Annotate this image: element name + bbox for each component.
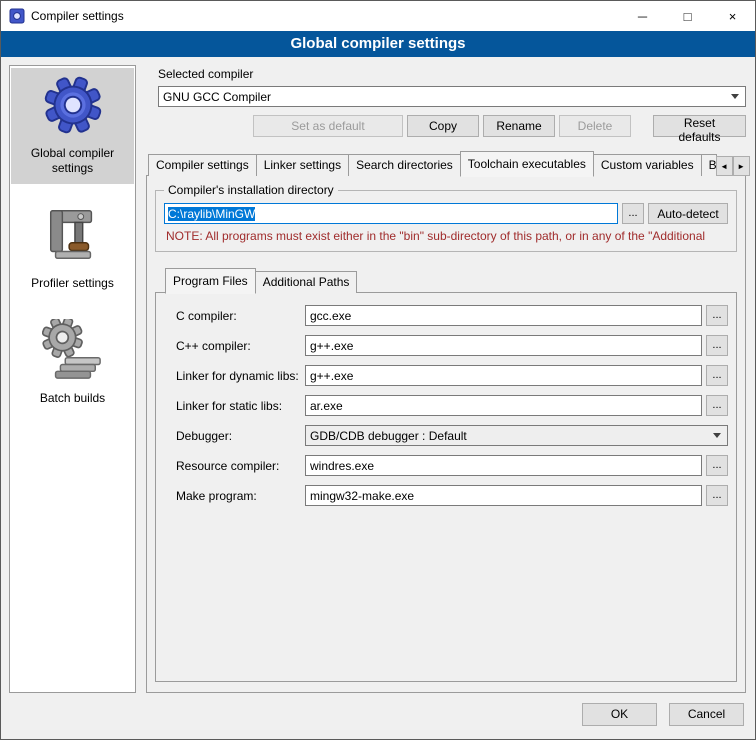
subtab-program-files[interactable]: Program Files	[165, 268, 256, 294]
resource-compiler-label: Resource compiler:	[176, 459, 305, 473]
resource-compiler-input[interactable]	[305, 455, 702, 476]
installation-directory-group: Compiler's installation directory C:\ray…	[155, 190, 737, 252]
window-title: Compiler settings	[31, 9, 124, 23]
static-linker-row: Linker for static libs: ...	[176, 395, 728, 416]
app-icon	[9, 8, 25, 24]
dynamic-linker-row: Linker for dynamic libs: ...	[176, 365, 728, 386]
debugger-value: GDB/CDB debugger : Default	[310, 429, 711, 443]
tab-scroll-buttons: ◄ ►	[716, 156, 750, 176]
set-as-default-button[interactable]: Set as default	[253, 115, 403, 137]
cpp-compiler-row: C++ compiler: ...	[176, 335, 728, 356]
make-program-input[interactable]	[305, 485, 702, 506]
dynamic-linker-browse-button[interactable]: ...	[706, 365, 728, 386]
make-program-browse-button[interactable]: ...	[706, 485, 728, 506]
minimize-button[interactable]: ─	[620, 1, 665, 31]
c-compiler-input[interactable]	[305, 305, 702, 326]
ok-button[interactable]: OK	[582, 703, 657, 726]
dynamic-linker-label: Linker for dynamic libs:	[176, 369, 305, 383]
installation-directory-row: C:\raylib\MinGW ... Auto-detect	[164, 203, 728, 224]
bin-subdirectory-note: NOTE: All programs must exist either in …	[166, 229, 726, 243]
tab-search-directories[interactable]: Search directories	[348, 154, 461, 176]
auto-detect-button[interactable]: Auto-detect	[648, 203, 728, 224]
chevron-down-icon	[713, 433, 721, 438]
sidebar-item-label: Global compiler settings	[14, 146, 131, 176]
batch-builds-icon	[42, 319, 104, 381]
cpp-compiler-input[interactable]	[305, 335, 702, 356]
close-button[interactable]: ×	[710, 1, 755, 31]
settings-tabstrip: Compiler settings Linker settings Search…	[146, 151, 746, 176]
program-files-panel: C compiler: ... C++ compiler: ... Linker…	[155, 292, 737, 682]
tab-build-options[interactable]: Buil	[701, 154, 717, 176]
static-linker-label: Linker for static libs:	[176, 399, 305, 413]
tab-linker-settings[interactable]: Linker settings	[256, 154, 349, 176]
resource-compiler-browse-button[interactable]: ...	[706, 455, 728, 476]
c-compiler-label: C compiler:	[176, 309, 305, 323]
installation-directory-label: Compiler's installation directory	[164, 183, 338, 197]
titlebar: Compiler settings ─ □ ×	[1, 1, 755, 31]
tab-scroll-right-button[interactable]: ►	[733, 156, 750, 176]
compiler-settings-window: Compiler settings ─ □ × Global compiler …	[0, 0, 756, 740]
tab-compiler-settings[interactable]: Compiler settings	[148, 154, 257, 176]
make-program-label: Make program:	[176, 489, 305, 503]
install-dir-value: C:\raylib\MinGW	[168, 207, 255, 221]
debugger-label: Debugger:	[176, 429, 305, 443]
selected-compiler-value: GNU GCC Compiler	[163, 90, 729, 104]
static-linker-input[interactable]	[305, 395, 702, 416]
sidebar-item-label: Batch builds	[40, 391, 105, 406]
c-compiler-row: C compiler: ...	[176, 305, 728, 326]
subtab-additional-paths[interactable]: Additional Paths	[255, 271, 358, 293]
resource-compiler-row: Resource compiler: ...	[176, 455, 728, 476]
sidebar-item-batch-builds[interactable]: Batch builds	[11, 313, 134, 414]
cpp-compiler-label: C++ compiler:	[176, 339, 305, 353]
cpp-compiler-browse-button[interactable]: ...	[706, 335, 728, 356]
copy-button[interactable]: Copy	[407, 115, 479, 137]
debugger-row: Debugger: GDB/CDB debugger : Default	[176, 425, 728, 446]
c-compiler-browse-button[interactable]: ...	[706, 305, 728, 326]
tab-toolchain-executables[interactable]: Toolchain executables	[460, 151, 594, 177]
delete-button[interactable]: Delete	[559, 115, 631, 137]
sidebar-item-profiler-settings[interactable]: Profiler settings	[11, 198, 134, 299]
gear-icon	[42, 74, 104, 136]
maximize-button[interactable]: □	[665, 1, 710, 31]
debugger-select[interactable]: GDB/CDB debugger : Default	[305, 425, 728, 446]
dialog-content: Global compiler settings Profiler settin…	[1, 57, 755, 699]
dynamic-linker-input[interactable]	[305, 365, 702, 386]
tab-custom-variables[interactable]: Custom variables	[593, 154, 702, 176]
main-panel: Selected compiler GNU GCC Compiler Set a…	[146, 65, 746, 693]
make-program-row: Make program: ...	[176, 485, 728, 506]
tab-scroll-left-button[interactable]: ◄	[716, 156, 733, 176]
category-sidebar: Global compiler settings Profiler settin…	[9, 65, 136, 693]
sidebar-item-label: Profiler settings	[31, 276, 114, 291]
profiler-icon	[42, 204, 104, 266]
install-dir-input[interactable]: C:\raylib\MinGW	[164, 203, 618, 224]
cancel-button[interactable]: Cancel	[669, 703, 744, 726]
reset-defaults-button[interactable]: Reset defaults	[653, 115, 746, 137]
selected-compiler-select[interactable]: GNU GCC Compiler	[158, 86, 746, 107]
toolchain-executables-panel: Compiler's installation directory C:\ray…	[146, 175, 746, 693]
selected-compiler-section: Selected compiler GNU GCC Compiler Set a…	[146, 65, 746, 137]
chevron-down-icon	[731, 94, 739, 99]
selected-compiler-label: Selected compiler	[158, 67, 746, 81]
dialog-header: Global compiler settings	[1, 31, 755, 57]
compiler-actions: Set as default Copy Rename Delete Reset …	[158, 115, 746, 137]
static-linker-browse-button[interactable]: ...	[706, 395, 728, 416]
rename-button[interactable]: Rename	[483, 115, 555, 137]
dialog-footer: OK Cancel	[1, 699, 755, 739]
program-files-tabstrip: Program Files Additional Paths	[155, 268, 737, 293]
install-dir-browse-button[interactable]: ...	[622, 203, 644, 224]
sidebar-item-global-compiler-settings[interactable]: Global compiler settings	[11, 68, 134, 184]
